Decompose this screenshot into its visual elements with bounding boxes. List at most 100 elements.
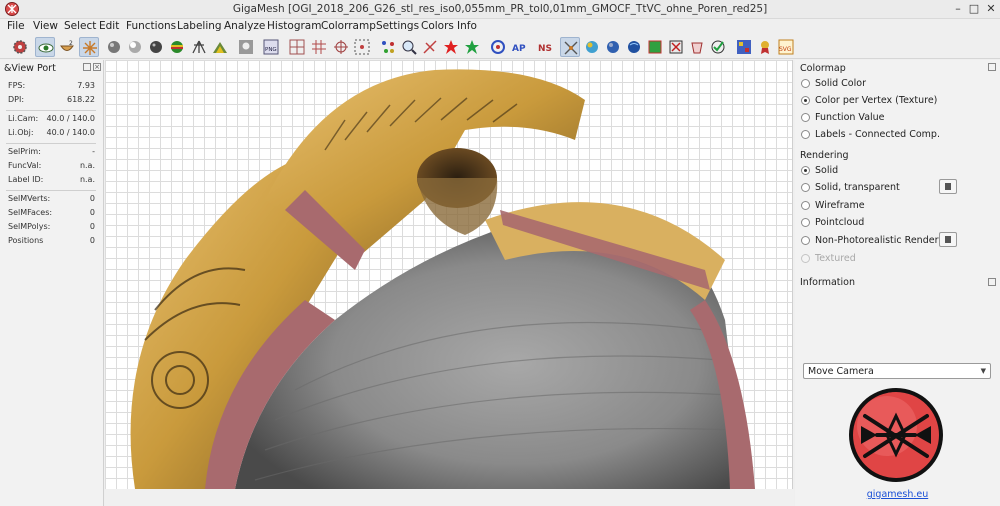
radio-icon[interactable]: [801, 130, 810, 139]
colormap-function-value[interactable]: Function Value: [801, 111, 991, 125]
npr-options-button[interactable]: [939, 232, 957, 247]
colormap-title: Colormap: [800, 63, 846, 74]
menu-colorramp[interactable]: Colorramp: [321, 20, 376, 32]
stat-fps: FPS: 7.93: [8, 81, 95, 90]
information-float-icon[interactable]: [988, 278, 996, 286]
stat-light-obj: Li.Obj: 40.0 / 140.0: [8, 128, 95, 137]
3d-viewport[interactable]: [105, 60, 793, 489]
stat-light-cam: Li.Cam: 40.0 / 140.0: [8, 114, 95, 123]
panel-close-icon[interactable]: ×: [93, 63, 101, 71]
award-icon[interactable]: [755, 37, 775, 57]
rendering-npr[interactable]: Non-Photorealistic Rendering: [801, 232, 991, 248]
menu-info[interactable]: Info: [457, 20, 477, 32]
radio-icon[interactable]: [801, 113, 810, 122]
mode-select[interactable]: Move Camera ▼: [803, 363, 991, 379]
maximize-button[interactable]: □: [966, 1, 982, 17]
sphere-grey-icon[interactable]: [104, 37, 124, 57]
gallery-icon[interactable]: [734, 37, 754, 57]
svg-text:2: 2: [69, 40, 73, 47]
menu-file[interactable]: File: [7, 20, 25, 32]
dotted-grid-icon[interactable]: [352, 37, 372, 57]
green-star-icon[interactable]: [462, 37, 482, 57]
colormap-solid-color[interactable]: Solid Color: [801, 77, 991, 91]
menu-settings[interactable]: Settings: [376, 20, 419, 32]
panel-float-icon[interactable]: [83, 63, 91, 71]
checkmark-icon[interactable]: [708, 37, 728, 57]
radio-icon[interactable]: [801, 183, 810, 192]
png-icon[interactable]: PNG: [261, 37, 281, 57]
radio-icon[interactable]: [801, 201, 810, 210]
menu-histogram[interactable]: Histogram: [267, 20, 321, 32]
crosshair-icon[interactable]: [331, 37, 351, 57]
svg-icon[interactable]: SVG: [776, 37, 796, 57]
radio-icon[interactable]: [801, 79, 810, 88]
colormap-float-icon[interactable]: [988, 63, 996, 71]
stat-positions: Positions 0: [8, 236, 95, 245]
menu-functions[interactable]: Functions: [126, 20, 176, 32]
properties-panel: Colormap Solid Color Color per Vertex (T…: [795, 60, 1000, 506]
information-title: Information: [800, 277, 855, 288]
menu-edit[interactable]: Edit: [99, 20, 119, 32]
menu-colors[interactable]: Colors: [421, 20, 454, 32]
green-puzzle-icon[interactable]: [645, 37, 665, 57]
radio-checked-icon[interactable]: [801, 166, 810, 175]
scatter-icon[interactable]: [378, 37, 398, 57]
close-button[interactable]: ✕: [983, 1, 999, 17]
ap-icon[interactable]: AP: [509, 37, 529, 57]
menu-bar: File View Select Edit Functions Labeling…: [0, 19, 1000, 34]
menu-select[interactable]: Select: [64, 20, 96, 32]
light-icon[interactable]: [79, 37, 99, 57]
eye-icon[interactable]: [35, 37, 55, 57]
rendering-solid-transparent[interactable]: Solid, transparent: [801, 179, 991, 195]
portrait-icon[interactable]: [236, 37, 256, 57]
main-toolbar: 2 PNG AP NS SVG: [0, 35, 1000, 59]
transparency-options-button[interactable]: [939, 179, 957, 194]
rendering-solid[interactable]: Solid: [801, 164, 991, 178]
menu-analyze[interactable]: Analyze: [224, 20, 265, 32]
colormap-labels-connected[interactable]: Labels - Connected Comp.: [801, 128, 991, 142]
minimize-button[interactable]: –: [950, 1, 966, 17]
stat-sel-mfaces: SelMFaces: 0: [8, 208, 95, 217]
sphere-colored-icon[interactable]: [167, 37, 187, 57]
menu-view[interactable]: View: [33, 20, 58, 32]
grid-icon[interactable]: [309, 37, 329, 57]
axes-icon[interactable]: [560, 37, 580, 57]
cross-box-icon[interactable]: [666, 37, 686, 57]
stat-sel-prim: SelPrim: -: [8, 147, 95, 156]
ns-icon[interactable]: NS: [535, 37, 555, 57]
viewport-stats-panel: &View Port × FPS: 7.93 DPI: 618.22 Li.Cam:…: [0, 60, 104, 506]
stat-label-id: Label ID: n.a.: [8, 175, 95, 184]
vector-icon[interactable]: [420, 37, 440, 57]
bucket-icon[interactable]: [687, 37, 707, 57]
settings-icon[interactable]: [10, 37, 30, 57]
sphere-dark-icon[interactable]: [146, 37, 166, 57]
viewport-panel-title: &View Port: [4, 63, 56, 74]
colormap-icon[interactable]: [582, 37, 602, 57]
sphere-blue-icon[interactable]: [603, 37, 623, 57]
sphere-white-icon[interactable]: [125, 37, 145, 57]
globe-icon[interactable]: [624, 37, 644, 57]
stat-dpi: DPI: 618.22: [8, 95, 95, 104]
rendering-wireframe[interactable]: Wireframe: [801, 199, 991, 213]
rendering-pointcloud[interactable]: Pointcloud: [801, 216, 991, 230]
circle-arrows-icon[interactable]: [488, 37, 508, 57]
radio-icon[interactable]: [801, 236, 810, 245]
radio-disabled-icon: [801, 254, 810, 263]
magnifier-icon[interactable]: [399, 37, 419, 57]
mountain-icon[interactable]: [210, 37, 230, 57]
mesh-render[interactable]: [105, 60, 793, 489]
red-star-icon[interactable]: [441, 37, 461, 57]
grid-select-icon[interactable]: [287, 37, 307, 57]
gigamesh-website-link[interactable]: gigamesh.eu: [795, 489, 1000, 500]
colormap-color-per-vertex[interactable]: Color per Vertex (Texture): [801, 94, 991, 108]
radio-icon[interactable]: [801, 218, 810, 227]
svg-text:SVG: SVG: [779, 46, 792, 53]
title-bar: GigaMesh [OGI_2018_206_G26_stl_res_iso0,…: [0, 0, 1000, 19]
rendering-textured: Textured: [801, 252, 991, 266]
gigamesh-logo: [847, 386, 945, 484]
radio-checked-icon[interactable]: [801, 96, 810, 105]
tripod-icon[interactable]: [189, 37, 209, 57]
menu-labeling[interactable]: Labeling: [177, 20, 222, 32]
bowl-icon[interactable]: 2: [57, 37, 77, 57]
stat-sel-mverts: SelMVerts: 0: [8, 194, 95, 203]
